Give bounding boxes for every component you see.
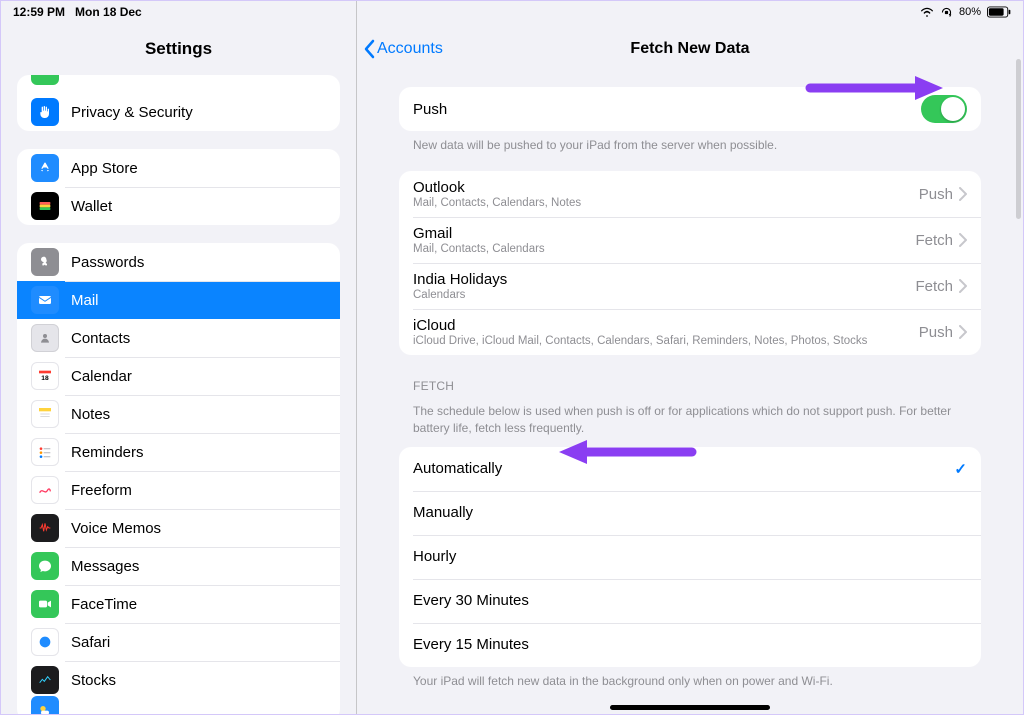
account-mode: Push bbox=[919, 186, 953, 203]
chevron-right-icon bbox=[959, 325, 967, 339]
account-row-outlook[interactable]: Outlook Mail, Contacts, Calendars, Notes… bbox=[399, 171, 981, 217]
key-icon bbox=[31, 248, 59, 276]
sidebar-item-appstore[interactable]: App Store bbox=[17, 149, 340, 187]
sidebar-item-label: Messages bbox=[71, 558, 139, 575]
account-row-india-holidays[interactable]: India Holidays Calendars Fetch bbox=[399, 263, 981, 309]
sidebar-item-freeform[interactable]: Freeform bbox=[17, 471, 340, 509]
main-panel: 80% Accounts Fetch New Data Push New dat… bbox=[357, 1, 1023, 714]
account-row-icloud[interactable]: iCloud iCloud Drive, iCloud Mail, Contac… bbox=[399, 309, 981, 355]
sidebar-item-label: Contacts bbox=[71, 330, 130, 347]
sidebar-item-messages[interactable]: Messages bbox=[17, 547, 340, 585]
sidebar-item-partial-bottom[interactable] bbox=[17, 699, 340, 714]
sidebar-item-label: App Store bbox=[71, 160, 138, 177]
fetch-desc: The schedule below is used when push is … bbox=[399, 399, 981, 447]
chevron-right-icon bbox=[959, 187, 967, 201]
fetch-option-manually[interactable]: Manually bbox=[399, 491, 981, 535]
appstore-icon bbox=[31, 154, 59, 182]
checkmark-icon: ✓ bbox=[954, 460, 967, 478]
facetime-icon bbox=[31, 590, 59, 618]
main-header: Accounts Fetch New Data bbox=[357, 23, 1023, 75]
sidebar-item-notes[interactable]: Notes bbox=[17, 395, 340, 433]
sidebar-item-label: Wallet bbox=[71, 198, 112, 215]
chevron-right-icon bbox=[959, 233, 967, 247]
battery-icon bbox=[987, 6, 1011, 18]
sidebar-item-passwords[interactable]: Passwords bbox=[17, 243, 340, 281]
sidebar-item-label: Passwords bbox=[71, 254, 144, 271]
sidebar-item-privacy[interactable]: Privacy & Security bbox=[17, 93, 340, 131]
chevron-right-icon bbox=[959, 279, 967, 293]
sidebar-item-label: Safari bbox=[71, 634, 110, 651]
voicememo-icon bbox=[31, 514, 59, 542]
fetch-footer: Your iPad will fetch new data in the bac… bbox=[399, 667, 981, 689]
fetch-option-automatically[interactable]: Automatically ✓ bbox=[399, 447, 981, 491]
sidebar-item-label: Calendar bbox=[71, 368, 132, 385]
account-mode: Fetch bbox=[915, 278, 953, 295]
page-title: Fetch New Data bbox=[630, 40, 749, 58]
status-bar-right: 80% bbox=[357, 1, 1023, 23]
safari-icon bbox=[31, 628, 59, 656]
sidebar-item-label: Voice Memos bbox=[71, 520, 161, 537]
account-mode: Push bbox=[919, 324, 953, 341]
sidebar-title: Settings bbox=[1, 23, 356, 75]
calendar-icon: 18 bbox=[31, 362, 59, 390]
sidebar-item-safari[interactable]: Safari bbox=[17, 623, 340, 661]
status-bar: 12:59 PM Mon 18 Dec bbox=[1, 1, 356, 23]
home-indicator[interactable] bbox=[610, 705, 770, 710]
svg-text:18: 18 bbox=[41, 375, 49, 382]
sidebar-item-mail[interactable]: Mail bbox=[17, 281, 340, 319]
status-time: 12:59 PM bbox=[13, 5, 65, 19]
push-desc: New data will be pushed to your iPad fro… bbox=[399, 131, 981, 153]
sidebar-item-label: Privacy & Security bbox=[71, 104, 193, 121]
push-toggle[interactable] bbox=[921, 95, 967, 123]
freeform-icon bbox=[31, 476, 59, 504]
sidebar-item-label: Freeform bbox=[71, 482, 132, 499]
sidebar-item-label: Stocks bbox=[71, 672, 116, 689]
fetch-option-15min[interactable]: Every 15 Minutes bbox=[399, 623, 981, 667]
back-label: Accounts bbox=[377, 40, 443, 58]
wallet-icon bbox=[31, 192, 59, 220]
sidebar-item-wallet[interactable]: Wallet bbox=[17, 187, 340, 225]
accounts-card: Outlook Mail, Contacts, Calendars, Notes… bbox=[399, 171, 981, 355]
settings-sidebar: 12:59 PM Mon 18 Dec Settings Privacy & S… bbox=[1, 1, 357, 714]
mail-icon bbox=[31, 286, 59, 314]
focus-icon bbox=[31, 75, 59, 85]
sidebar-item-reminders[interactable]: Reminders bbox=[17, 433, 340, 471]
sidebar-item-calendar[interactable]: 18 Calendar bbox=[17, 357, 340, 395]
back-button[interactable]: Accounts bbox=[357, 39, 443, 59]
notes-icon bbox=[31, 400, 59, 428]
fetch-header: FETCH bbox=[399, 355, 981, 399]
sidebar-item-label: FaceTime bbox=[71, 596, 137, 613]
rotation-lock-icon bbox=[940, 6, 953, 19]
fetch-options-card: Automatically ✓ Manually Hourly Every 30… bbox=[399, 447, 981, 667]
status-date: Mon 18 Dec bbox=[75, 5, 142, 19]
sidebar-item-label: Mail bbox=[71, 292, 99, 309]
sidebar-group-apps: Passwords Mail Contacts 18 bbox=[17, 243, 340, 714]
wifi-icon bbox=[920, 7, 934, 18]
messages-icon bbox=[31, 552, 59, 580]
reminders-icon bbox=[31, 438, 59, 466]
fetch-option-30min[interactable]: Every 30 Minutes bbox=[399, 579, 981, 623]
chevron-left-icon bbox=[363, 39, 375, 59]
stocks-icon bbox=[31, 666, 59, 694]
sidebar-item-partial[interactable] bbox=[17, 75, 340, 93]
sidebar-item-voicememos[interactable]: Voice Memos bbox=[17, 509, 340, 547]
sidebar-item-label: Notes bbox=[71, 406, 110, 423]
push-card: Push bbox=[399, 87, 981, 131]
sidebar-group-store: App Store Wallet bbox=[17, 149, 340, 225]
fetch-option-hourly[interactable]: Hourly bbox=[399, 535, 981, 579]
battery-percent: 80% bbox=[959, 6, 981, 18]
sidebar-item-facetime[interactable]: FaceTime bbox=[17, 585, 340, 623]
sidebar-item-label: Reminders bbox=[71, 444, 144, 461]
sidebar-group-general2: Privacy & Security bbox=[17, 75, 340, 131]
scrollbar[interactable] bbox=[1016, 59, 1021, 219]
contacts-icon bbox=[31, 324, 59, 352]
hand-raised-icon bbox=[31, 98, 59, 126]
sidebar-item-contacts[interactable]: Contacts bbox=[17, 319, 340, 357]
account-mode: Fetch bbox=[915, 232, 953, 249]
account-row-gmail[interactable]: Gmail Mail, Contacts, Calendars Fetch bbox=[399, 217, 981, 263]
sidebar-item-stocks[interactable]: Stocks bbox=[17, 661, 340, 699]
push-label: Push bbox=[413, 101, 921, 118]
